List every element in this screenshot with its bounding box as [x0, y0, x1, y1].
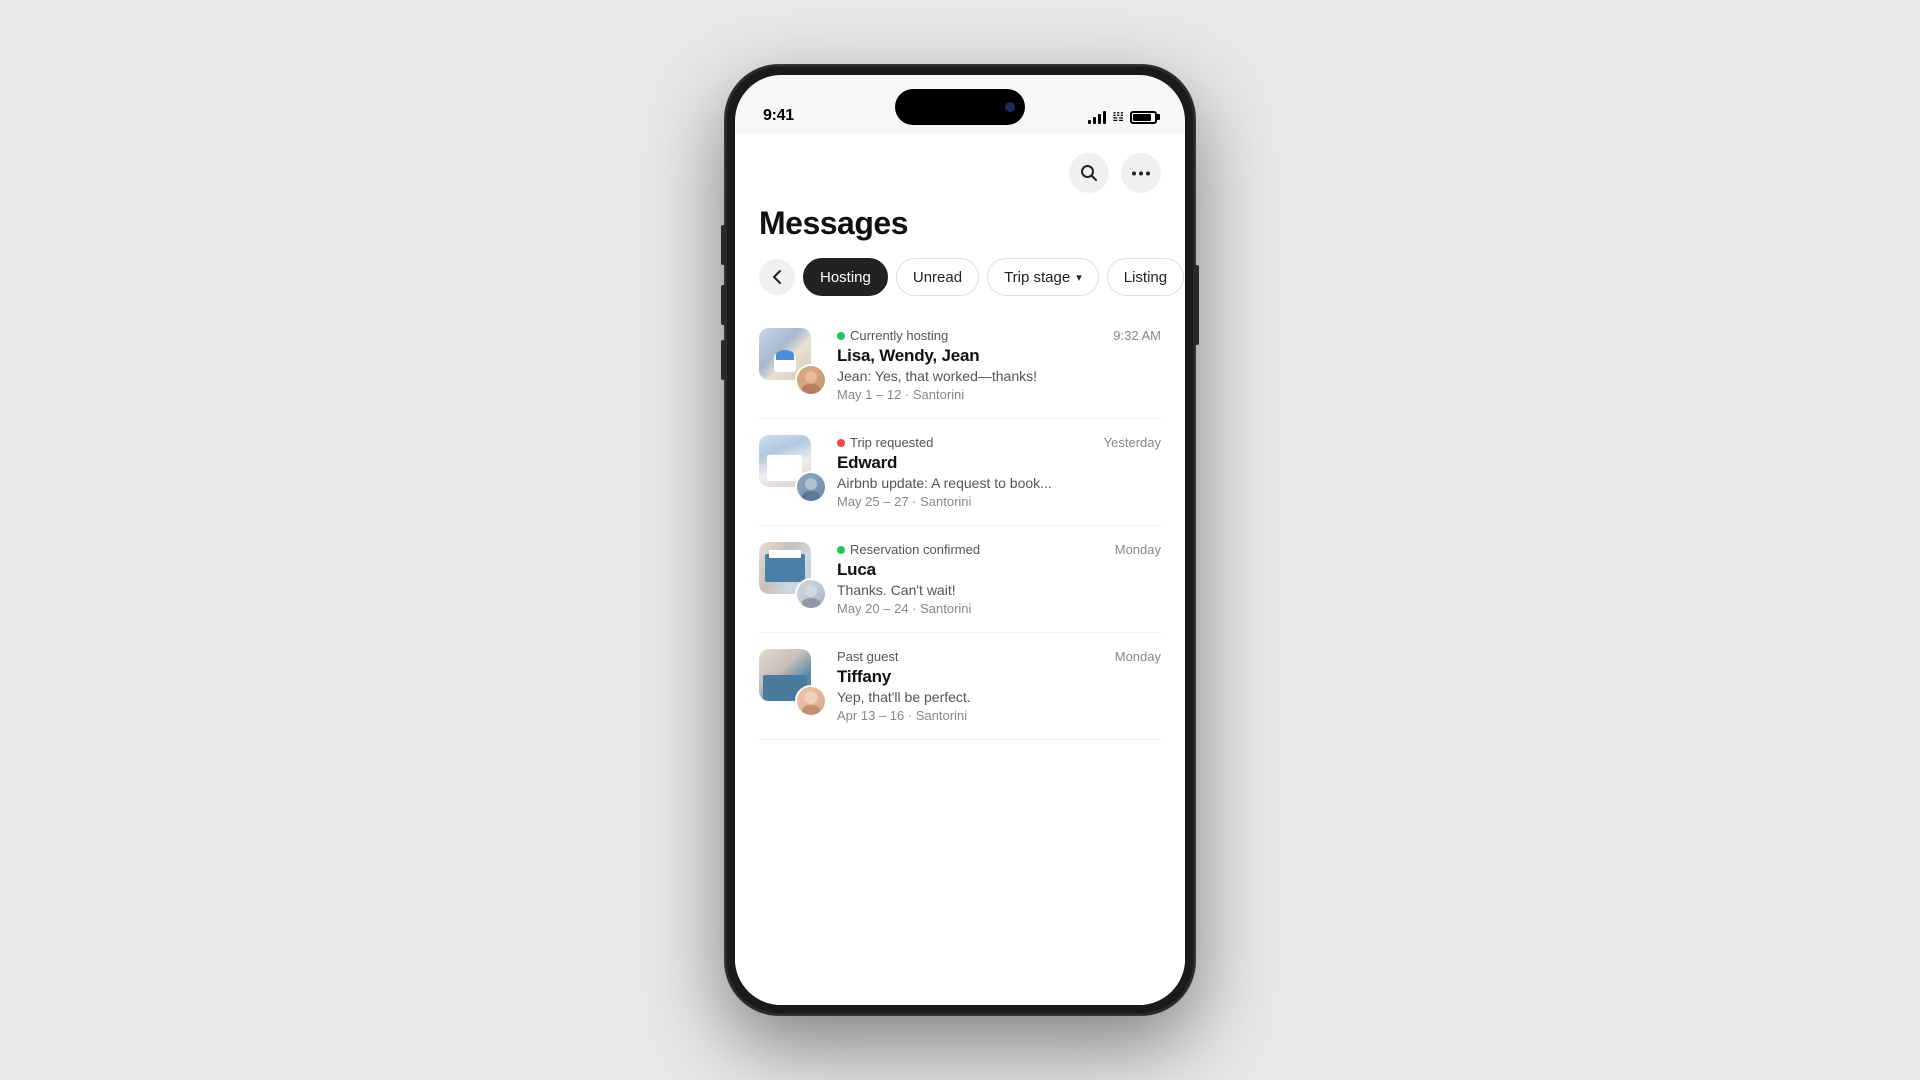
wifi-icon: 𝍒	[1112, 109, 1124, 125]
message-item[interactable]: Reservation confirmed Monday Luca Thanks…	[759, 526, 1161, 633]
status-dot-red	[837, 439, 845, 447]
message-item[interactable]: Trip requested Yesterday Edward Airbnb u…	[759, 419, 1161, 526]
filter-chip-hosting[interactable]: Hosting	[803, 258, 888, 296]
screen-content: Messages Hosting Unread Tri	[735, 133, 1185, 1005]
message-time: Monday	[1115, 649, 1161, 664]
message-content: Trip requested Yesterday Edward Airbnb u…	[837, 435, 1161, 509]
more-options-button[interactable]	[1121, 153, 1161, 193]
message-time: Yesterday	[1104, 435, 1161, 450]
search-icon	[1080, 164, 1098, 182]
message-status: Past guest	[837, 649, 898, 664]
message-header: Trip requested Yesterday	[837, 435, 1161, 450]
filter-row: Hosting Unread Trip stage ▾ Listing	[735, 258, 1185, 312]
message-name: Tiffany	[837, 667, 1161, 687]
avatar-container	[759, 328, 823, 392]
search-button[interactable]	[1069, 153, 1109, 193]
phone-wrapper: 9:41 𝍒	[725, 65, 1195, 1015]
battery-fill	[1133, 114, 1151, 121]
message-content: Currently hosting 9:32 AM Lisa, Wendy, J…	[837, 328, 1161, 402]
message-item[interactable]: Currently hosting 9:32 AM Lisa, Wendy, J…	[759, 312, 1161, 419]
message-name: Edward	[837, 453, 1161, 473]
message-content: Past guest Monday Tiffany Yep, that'll b…	[837, 649, 1161, 723]
message-header: Past guest Monday	[837, 649, 1161, 664]
avatar-container	[759, 542, 823, 606]
user-avatar	[795, 364, 827, 396]
filter-chip-unread[interactable]: Unread	[896, 258, 979, 296]
message-preview: Yep, that'll be perfect.	[837, 689, 1161, 705]
message-item[interactable]: Past guest Monday Tiffany Yep, that'll b…	[759, 633, 1161, 740]
chevron-down-icon: ▾	[1076, 271, 1082, 284]
message-list: Currently hosting 9:32 AM Lisa, Wendy, J…	[735, 312, 1185, 740]
message-meta: May 20 – 24 · Santorini	[837, 601, 1161, 616]
signal-icon	[1088, 110, 1106, 124]
message-name: Lisa, Wendy, Jean	[837, 346, 1161, 366]
user-avatar	[795, 471, 827, 503]
phone-screen: 9:41 𝍒	[735, 75, 1185, 1005]
message-status: Currently hosting	[837, 328, 948, 343]
user-avatar	[795, 578, 827, 610]
status-icons: 𝍒	[1088, 109, 1157, 125]
avatar-container	[759, 435, 823, 499]
message-time: 9:32 AM	[1113, 328, 1161, 343]
message-status: Reservation confirmed	[837, 542, 980, 557]
message-meta: Apr 13 – 16 · Santorini	[837, 708, 1161, 723]
status-time: 9:41	[763, 107, 794, 125]
message-time: Monday	[1115, 542, 1161, 557]
status-dot-green	[837, 332, 845, 340]
message-header: Reservation confirmed Monday	[837, 542, 1161, 557]
message-meta: May 25 – 27 · Santorini	[837, 494, 1161, 509]
message-preview: Thanks. Can't wait!	[837, 582, 1161, 598]
user-avatar	[795, 685, 827, 717]
dynamic-island	[895, 89, 1025, 125]
battery-icon	[1130, 111, 1157, 124]
message-preview: Airbnb update: A request to book...	[837, 475, 1161, 491]
message-meta: May 1 – 12 · Santorini	[837, 387, 1161, 402]
message-header: Currently hosting 9:32 AM	[837, 328, 1161, 343]
volume-down-button	[721, 340, 725, 380]
header	[735, 133, 1185, 205]
filter-chip-trip-stage[interactable]: Trip stage ▾	[987, 258, 1099, 296]
page-title: Messages	[735, 205, 1185, 258]
phone-frame: 9:41 𝍒	[725, 65, 1195, 1015]
status-dot-green	[837, 546, 845, 554]
camera-dot	[1005, 102, 1015, 112]
volume-up-button	[721, 285, 725, 325]
message-content: Reservation confirmed Monday Luca Thanks…	[837, 542, 1161, 616]
filter-back-button[interactable]	[759, 259, 795, 295]
message-preview: Jean: Yes, that worked—thanks!	[837, 368, 1161, 384]
avatar-container	[759, 649, 823, 713]
filter-chip-listing[interactable]: Listing	[1107, 258, 1184, 296]
back-arrow-icon	[772, 269, 782, 285]
message-name: Luca	[837, 560, 1161, 580]
more-icon	[1132, 171, 1150, 176]
message-status: Trip requested	[837, 435, 933, 450]
